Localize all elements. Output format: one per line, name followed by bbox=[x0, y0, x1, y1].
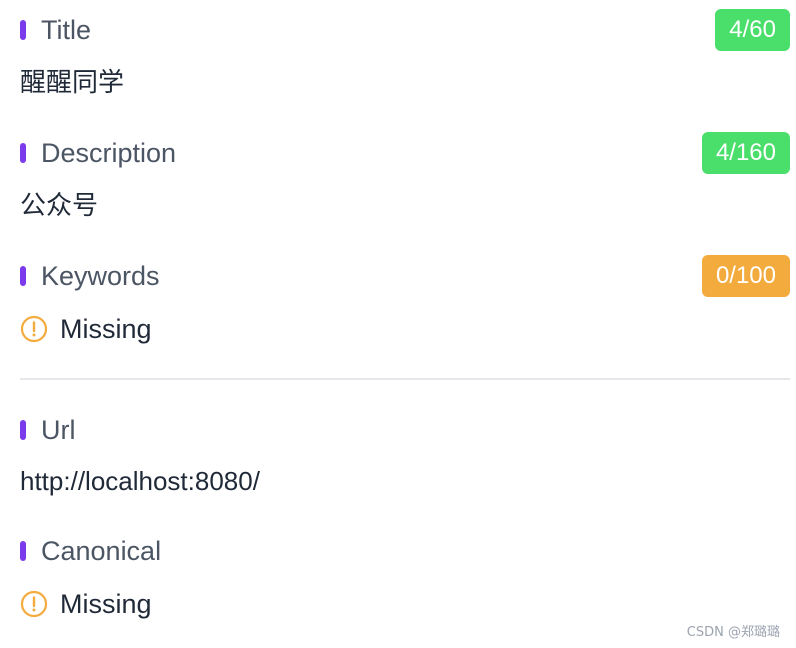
watermark: CSDN @郑璐璐 bbox=[686, 625, 780, 640]
description-label: Description bbox=[41, 138, 177, 168]
keywords-header: Keywords 0/100 bbox=[20, 246, 790, 306]
keywords-count-badge: 0/100 bbox=[701, 255, 790, 297]
canonical-header: Canonical bbox=[20, 521, 790, 581]
url-value: http://localhost:8080/ bbox=[20, 466, 260, 496]
accent-bar bbox=[20, 541, 26, 561]
title-count-badge: 4/60 bbox=[715, 9, 790, 51]
title-field: Title 4/60 醒醒同学 bbox=[20, 0, 790, 106]
description-header: Description 4/160 bbox=[20, 123, 790, 183]
canonical-field: Canonical Missing bbox=[20, 521, 790, 627]
exclamation-circle-icon bbox=[20, 315, 48, 343]
accent-bar bbox=[20, 266, 26, 286]
keywords-label: Keywords bbox=[41, 261, 160, 291]
canonical-label: Canonical bbox=[41, 536, 162, 566]
exclamation-circle-icon bbox=[20, 590, 48, 618]
title-header: Title 4/60 bbox=[20, 0, 790, 60]
section-divider bbox=[20, 378, 790, 380]
description-count-badge: 4/160 bbox=[701, 132, 790, 174]
seo-info-panel: Title 4/60 醒醒同学 Description 4/160 公众号 Ke… bbox=[20, 0, 790, 627]
accent-bar bbox=[20, 420, 26, 440]
keywords-missing-row: Missing bbox=[20, 306, 790, 352]
accent-bar bbox=[20, 143, 26, 163]
title-value: 醒醒同学 bbox=[20, 68, 125, 98]
url-label: Url bbox=[41, 415, 76, 445]
title-label: Title bbox=[41, 15, 92, 45]
keywords-missing-text: Missing bbox=[60, 313, 152, 344]
description-field: Description 4/160 公众号 bbox=[20, 123, 790, 229]
description-value: 公众号 bbox=[20, 191, 99, 221]
url-header: Url bbox=[20, 382, 790, 458]
canonical-missing-text: Missing bbox=[60, 588, 152, 619]
url-field: Url http://localhost:8080/ bbox=[20, 382, 790, 504]
canonical-missing-row: Missing bbox=[20, 581, 790, 627]
keywords-field: Keywords 0/100 Missing bbox=[20, 246, 790, 352]
accent-bar bbox=[20, 20, 26, 40]
